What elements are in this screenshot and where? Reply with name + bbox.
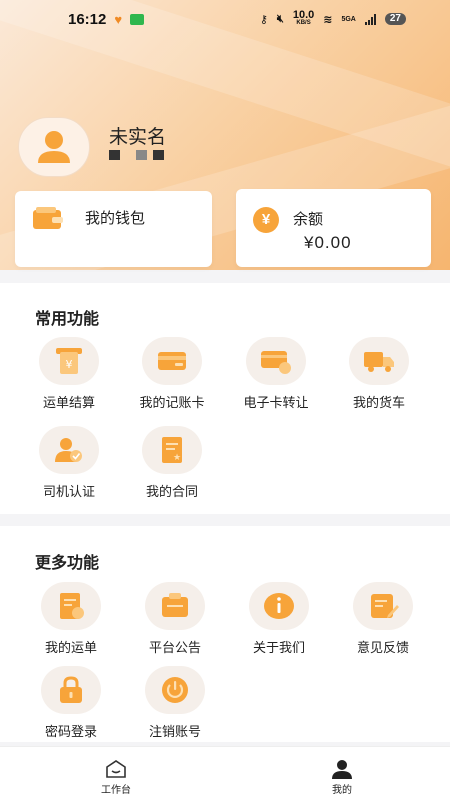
wechat-notification-icon: [130, 13, 145, 25]
common-functions-section: 常用功能 ¥ 运单结算 我的记账卡 电子卡转让 我的货车 司机认证 ★ 我的合同: [0, 283, 450, 514]
bottom-tab-bar: 工作台 我的: [0, 746, 450, 800]
function-my-account-card[interactable]: 我的记账卡: [122, 337, 222, 411]
avatar[interactable]: [18, 117, 90, 177]
balance-value: ¥0.00: [304, 233, 352, 252]
status-bar: 16:12 ♥ ⚷ 🔇︎ 10.0 KB/S ≋ 5GA 27: [0, 0, 450, 38]
battery-indicator: 27: [384, 13, 406, 25]
yen-icon: ¥: [253, 207, 279, 233]
svg-text:★: ★: [173, 453, 181, 463]
section-title: 更多功能: [35, 555, 100, 572]
function-waybill-settlement[interactable]: ¥ 运单结算: [19, 337, 119, 411]
mute-icon: 🔇︎: [276, 12, 284, 25]
app-notification-icon: ♥: [114, 11, 123, 27]
tab-workbench[interactable]: 工作台: [86, 759, 146, 796]
card-transfer-icon: [261, 351, 291, 374]
function-platform-announcement[interactable]: 平台公告: [125, 582, 225, 656]
network-speed: 10.0 KB/S: [292, 9, 315, 27]
function-password-login[interactable]: 密码登录: [21, 666, 121, 740]
balance-label: 余额: [293, 211, 324, 228]
function-cancel-account[interactable]: 注销账号: [125, 666, 225, 740]
bank-card-icon: [158, 352, 186, 370]
balance-card[interactable]: ¥ 余额 ¥0.00: [236, 189, 431, 267]
lock-icon: [60, 676, 82, 703]
waybill-settlement-icon: ¥: [56, 348, 82, 374]
wifi-icon: ≋: [323, 13, 333, 26]
function-my-contract[interactable]: ★ 我的合同: [122, 426, 222, 500]
network-type: 5GA: [341, 15, 356, 23]
driver-verify-icon: [55, 438, 82, 462]
svg-text:¥: ¥: [66, 358, 73, 371]
announcement-icon: [162, 593, 188, 617]
tab-mine[interactable]: 我的: [312, 759, 372, 796]
user-tab-icon: [332, 760, 352, 779]
more-functions-section: 更多功能 我的运单 平台公告 关于我们 意见反馈 密码登录 注销账号: [0, 526, 450, 742]
power-icon: [162, 677, 188, 703]
masked-phone-number: [109, 150, 164, 160]
wallet-label: 我的钱包: [85, 210, 146, 227]
function-e-card-transfer[interactable]: 电子卡转让: [226, 337, 326, 411]
function-about-us[interactable]: 关于我们: [229, 582, 329, 656]
status-time: 16:12: [68, 10, 107, 28]
waybill-icon: [60, 593, 84, 619]
user-avatar-icon: [38, 131, 70, 163]
truck-icon: [364, 352, 394, 372]
feedback-icon: [371, 594, 399, 618]
function-driver-verification[interactable]: 司机认证: [19, 426, 119, 500]
contract-icon: ★: [162, 437, 182, 463]
signal-icon: [364, 13, 376, 25]
wallet-card[interactable]: 我的钱包: [15, 191, 212, 267]
function-my-waybill[interactable]: 我的运单: [21, 582, 121, 656]
key-icon: ⚷: [259, 13, 268, 26]
profile-name[interactable]: 未实名: [109, 122, 166, 149]
info-icon: [264, 593, 294, 619]
function-feedback[interactable]: 意见反馈: [333, 582, 433, 656]
wallet-icon: [33, 207, 63, 229]
section-title: 常用功能: [35, 311, 100, 328]
workbench-icon: [106, 760, 126, 778]
function-my-truck[interactable]: 我的货车: [329, 337, 429, 411]
